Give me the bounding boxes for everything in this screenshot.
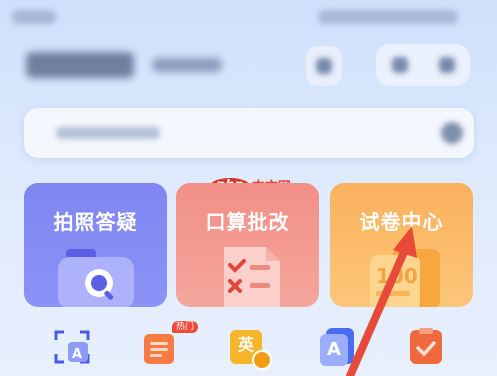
scan-icon[interactable]: [391, 57, 408, 73]
card-label: 试卷中心: [359, 210, 444, 234]
exam-paper-icon: 100: [370, 249, 440, 307]
card-photo-qa[interactable]: 拍照答疑: [24, 183, 167, 307]
search-placeholder: [56, 127, 160, 139]
font-a-icon[interactable]: A: [318, 326, 358, 366]
checklist-icon: [224, 247, 280, 307]
photo-search-icon: [58, 249, 134, 307]
clipboard-check-icon[interactable]: [406, 326, 446, 366]
header-icon: [316, 58, 332, 74]
more-icon[interactable]: [438, 57, 455, 73]
app-subtitle[interactable]: [152, 58, 222, 72]
card-label: 口算批改: [205, 210, 290, 234]
hot-badge: 热门: [172, 321, 199, 333]
search-bar[interactable]: [24, 108, 474, 158]
status-bar-icons: [318, 10, 458, 24]
card-label: 拍照答疑: [53, 210, 138, 234]
status-bar-time: [12, 10, 56, 24]
scan-a-icon[interactable]: A: [52, 326, 92, 366]
header-action-group[interactable]: [376, 44, 470, 86]
header-button[interactable]: [306, 46, 342, 86]
font-a-glyph: A: [320, 334, 348, 366]
check-badge-icon: [252, 350, 272, 370]
camera-search-icon[interactable]: [441, 122, 463, 144]
svg-text:A: A: [72, 347, 82, 362]
svg-text:100: 100: [376, 264, 418, 288]
card-mental-math[interactable]: 口算批改: [176, 183, 319, 307]
english-icon[interactable]: 英: [228, 326, 272, 370]
app-title: [26, 52, 134, 78]
card-exam-center[interactable]: 试卷中心 100: [330, 183, 473, 307]
